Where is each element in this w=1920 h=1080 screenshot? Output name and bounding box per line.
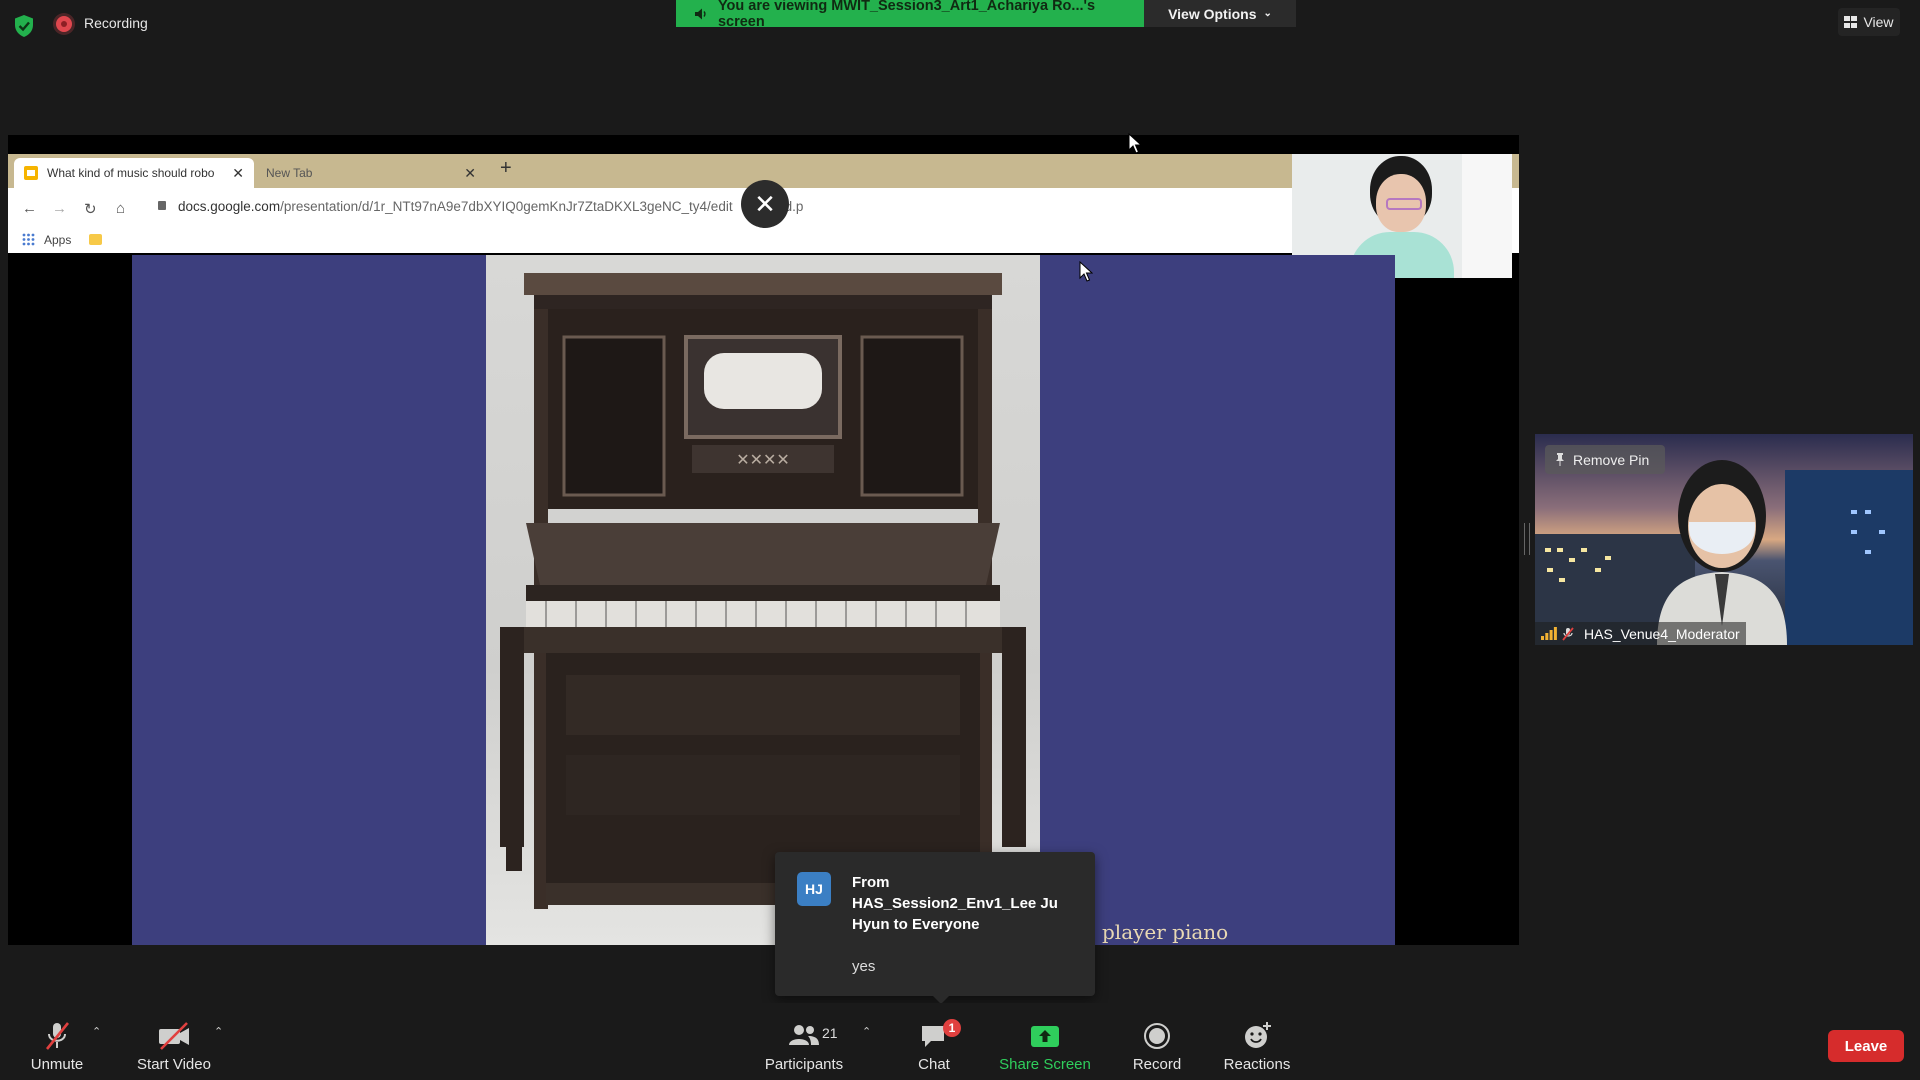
speaker-icon [694,8,706,19]
pinned-video-tile[interactable]: Remove Pin HAS_Venue4_Moderator [1535,434,1913,645]
participants-options-caret-icon[interactable]: ⌃ [862,1025,871,1038]
meeting-toolbar: Unmute ⌃ Start Video ⌃ 21 Participants ⌃… [0,1003,1920,1080]
unmute-button[interactable]: Unmute [24,1021,90,1073]
start-video-label: Start Video [137,1056,211,1073]
leave-button[interactable]: Leave [1828,1030,1904,1062]
recording-label[interactable]: Recording [84,15,148,31]
record-label: Record [1132,1056,1182,1073]
close-icon[interactable]: ✕ [741,180,789,228]
remove-pin-button[interactable]: Remove Pin [1545,445,1665,474]
chat-message: yes [852,958,876,975]
panel-resize-handle[interactable] [1524,523,1530,555]
close-tab-icon[interactable]: ✕ [464,165,476,182]
presentation-slide: ✕✕✕✕ player piano [132,255,1395,945]
mouse-cursor-icon [1128,133,1142,154]
participant-name: HAS_Venue4_Moderator [1584,625,1740,642]
banner-text: You are viewing MWIT_Session3_Art1_Achar… [717,0,1096,30]
back-arrow-icon[interactable]: ← [22,200,37,217]
muted-mic-icon [1562,626,1574,641]
share-screen-button[interactable]: Share Screen [998,1021,1092,1073]
lock-icon [158,201,166,210]
audio-options-caret-icon[interactable]: ⌃ [92,1025,101,1038]
start-video-button[interactable]: Start Video [132,1021,216,1073]
forward-arrow-icon[interactable]: → [52,200,67,217]
participant-person [1657,460,1787,645]
security-shield-icon[interactable] [13,14,35,38]
unmute-label: Unmute [30,1056,84,1073]
new-tab-icon[interactable]: + [500,157,512,180]
screen-share-banner: You are viewing MWIT_Session3_Art1_Achar… [676,0,1144,30]
browser-tab-new[interactable]: New Tab ✕ [256,158,486,188]
chat-sender-line: From HAS_Session2_Env1_Lee Ju Hyun to Ev… [852,874,1058,933]
tab-title: What kind of music should robo [47,166,215,180]
home-icon[interactable]: ⌂ [116,200,125,217]
view-options-label: View Options [1168,5,1257,22]
close-tab-icon[interactable]: ✕ [232,165,244,182]
url-path: /presentation/d/1r_NTt97nA9e7dbXYIQ0gemK… [280,199,733,214]
chat-notification[interactable]: HJ From HAS_Session2_Env1_Lee Ju Hyun to… [775,852,1095,1004]
svg-text:✕✕✕✕: ✕✕✕✕ [736,450,790,469]
participants-icon [789,1025,819,1045]
browser-tab-active[interactable]: What kind of music should robo ✕ [14,158,254,188]
url-host: docs.google.com [178,199,281,214]
video-options-caret-icon[interactable]: ⌃ [214,1025,223,1038]
participants-count: 21 [822,1025,838,1041]
participants-label: Participants [764,1056,844,1073]
pin-icon [1556,453,1564,466]
remove-pin-label: Remove Pin [1573,451,1650,468]
chat-button[interactable]: 1 Chat [912,1019,961,1073]
apps-bookmark[interactable]: Apps [44,233,71,247]
record-icon [1144,1023,1170,1049]
recording-icon[interactable] [56,16,72,32]
background-window [1462,154,1512,278]
video-off-icon [159,1022,189,1050]
slide-caption: player piano [1102,920,1229,944]
remote-cursor-icon [1079,261,1093,282]
presenter-glasses [1386,198,1422,210]
share-screen-label: Share Screen [999,1056,1091,1073]
participant-name-bar: HAS_Venue4_Moderator [1535,622,1746,645]
piano-illustration: ✕✕✕✕ [500,273,1026,909]
reactions-smiley-icon [1245,1022,1271,1048]
view-label: View [1863,14,1894,30]
participants-button[interactable]: 21 Participants [762,1021,846,1073]
background-building-right [1785,470,1913,645]
signal-strength-icon [1541,627,1557,640]
muted-microphone-icon [45,1022,70,1050]
url-field[interactable]: docs.google.com/presentation/d/1r_NTt97n… [178,199,803,214]
bookmark-folder-icon[interactable] [89,234,102,245]
share-screen-icon [1031,1026,1059,1047]
tab-title: New Tab [266,166,313,180]
reactions-button[interactable]: Reactions [1222,1021,1292,1073]
view-options-button[interactable]: View Options ⌄ [1144,0,1296,27]
reload-icon[interactable]: ↻ [84,200,97,218]
record-button[interactable]: Record [1132,1021,1182,1073]
google-slides-icon [24,166,38,180]
sender-avatar: HJ [797,872,831,906]
shared-screen[interactable]: What kind of music should robo ✕ New Tab… [8,135,1519,945]
apps-grid-icon[interactable] [22,233,35,246]
chevron-down-icon: ⌄ [1263,8,1272,19]
reactions-label: Reactions [1223,1056,1291,1073]
view-button[interactable]: View [1838,8,1900,36]
chat-label: Chat [918,1056,950,1073]
player-piano-image: ✕✕✕✕ [486,255,1040,945]
grid-view-icon [1844,16,1858,28]
chat-unread-badge: 1 [943,1019,961,1037]
